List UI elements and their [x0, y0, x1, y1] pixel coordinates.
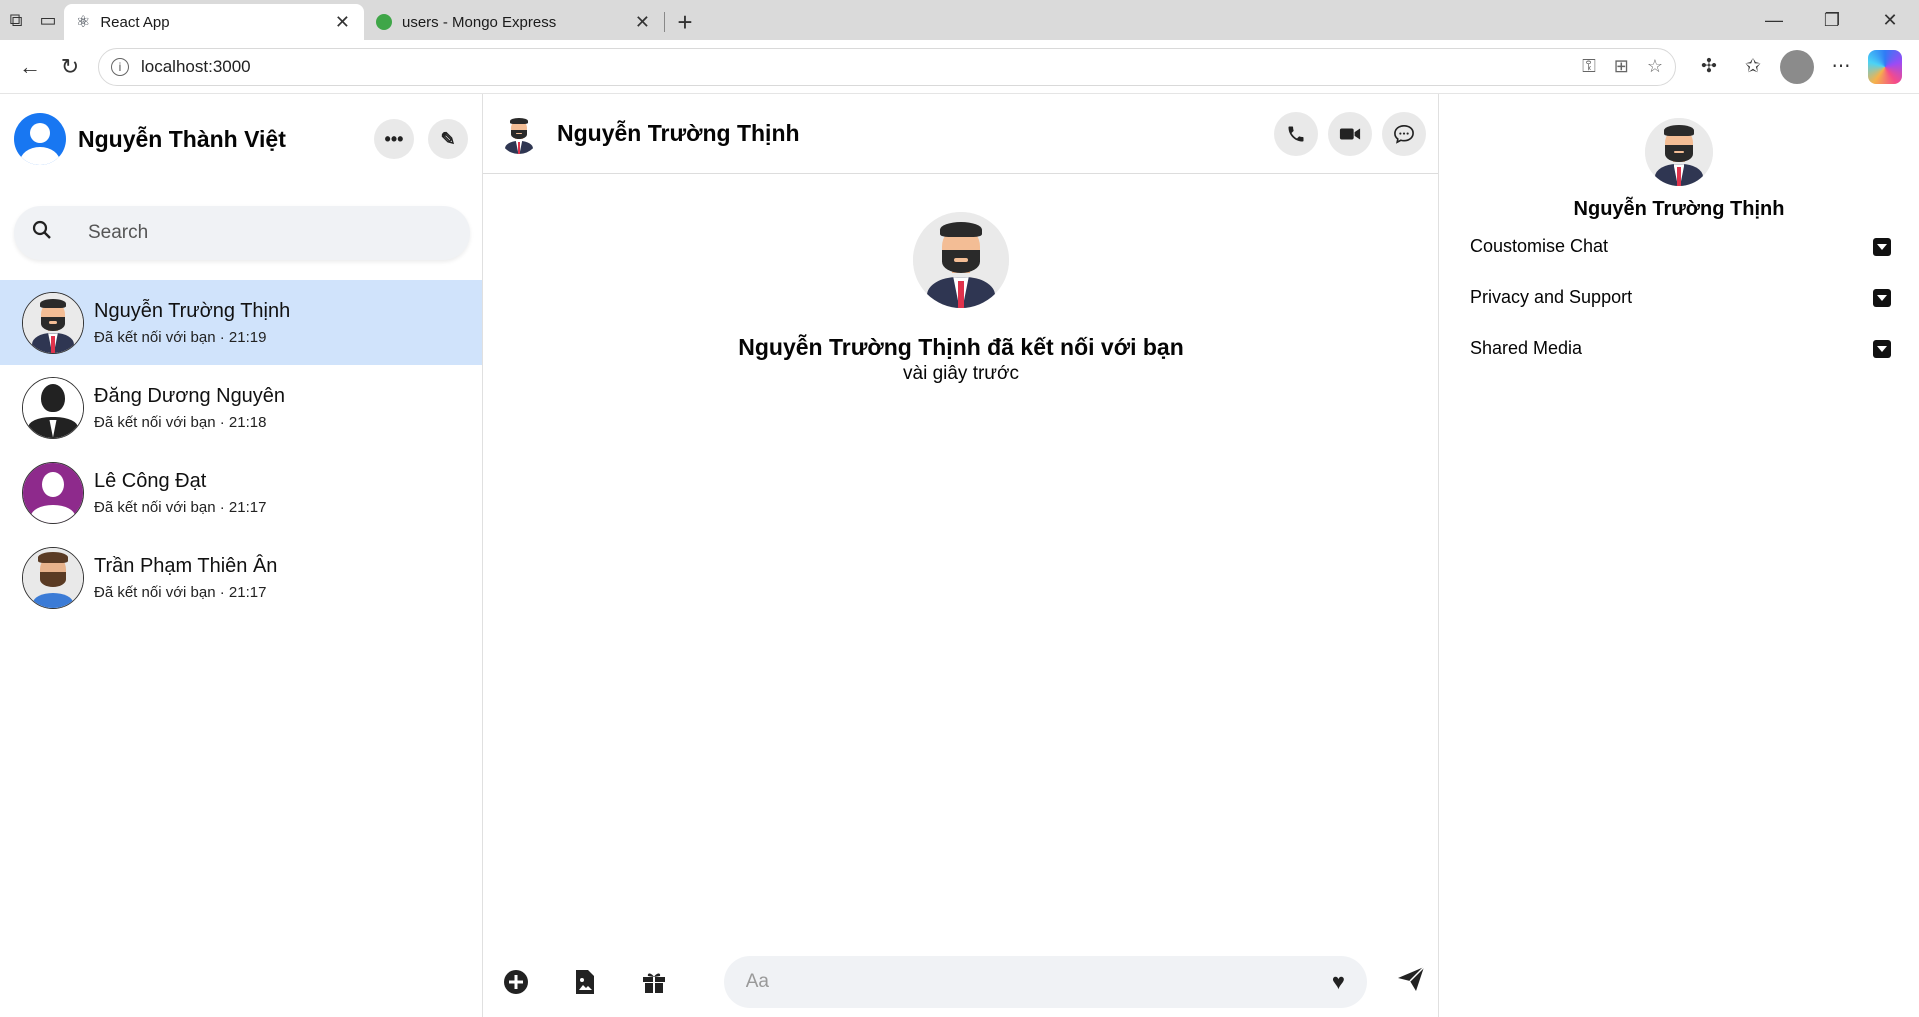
tab-react-app[interactable]: ⚛ React App ✕ [64, 4, 364, 40]
reload-icon[interactable]: ↻ [50, 47, 90, 87]
section-label: Coustomise Chat [1470, 236, 1609, 256]
close-window-icon[interactable]: ✕ [1861, 10, 1919, 31]
restore-icon[interactable]: ❐ [1803, 10, 1861, 31]
image-file-icon[interactable] [566, 962, 605, 1002]
browser-toolbar: ← ↻ i localhost:3000 ⚿ ⊞ ☆ ✣ ✩ ⋯ [0, 40, 1919, 94]
chat-bubble-icon [1394, 124, 1414, 144]
conversation-item[interactable]: Lê Công Đạt Đã kết nối với bạn · 21:17 [0, 450, 482, 535]
conversation-subtitle: Đã kết nối với bạn · 21:17 [94, 498, 267, 516]
send-icon[interactable] [1397, 965, 1425, 999]
man-tie-avatar [22, 291, 84, 354]
new-message-button[interactable]: ✎ [428, 119, 468, 159]
search-icon [32, 220, 54, 246]
favorites-icon[interactable]: ✩ [1736, 50, 1770, 84]
chat-header: Nguyễn Trường Thịnh [483, 94, 1438, 174]
more-icon[interactable]: ⋯ [1824, 50, 1858, 84]
messenger-app: Nguyễn Thành Việt ••• ✎ Nguyễn Trường Th… [0, 94, 1919, 1017]
privacy-support-section[interactable]: Privacy and Support [1439, 272, 1919, 323]
close-icon[interactable]: ✕ [335, 12, 350, 33]
phone-icon [1288, 126, 1304, 141]
chevron-down-icon[interactable] [1873, 339, 1891, 358]
voice-call-button[interactable] [1274, 111, 1318, 156]
conversation-subtitle: Đã kết nối với bạn · 21:18 [94, 413, 267, 431]
section-label: Shared Media [1470, 338, 1583, 358]
chevron-down-icon[interactable] [1873, 237, 1891, 256]
conversation-item[interactable]: Đăng Dương Nguyên Đã kết nối với bạn · 2… [0, 365, 482, 450]
tab-title: users - Mongo Express [402, 13, 557, 31]
purple-avatar [22, 461, 84, 524]
chevron-down-icon[interactable] [1873, 288, 1891, 307]
conversation-sidebar: Nguyễn Thành Việt ••• ✎ Nguyễn Trường Th… [0, 94, 483, 1017]
connection-intro: Nguyễn Trường Thịnh đã kết nối với bạn v… [483, 212, 1439, 385]
message-composer: ♥ [483, 947, 1439, 1017]
back-icon[interactable]: ← [10, 47, 50, 87]
browser-tabbar: ⧉ ▭ ⚛ React App ✕ users - Mongo Express … [0, 0, 1919, 40]
search-box [14, 206, 470, 260]
user-name: Nguyễn Thành Việt [78, 125, 286, 152]
extensions-icon[interactable]: ✣ [1692, 50, 1726, 84]
conversation-name: Lê Công Đạt [94, 469, 207, 492]
site-info-icon[interactable]: i [111, 57, 129, 76]
info-name: Nguyễn Trường Thịnh [1573, 198, 1785, 220]
info-avatar [1645, 118, 1713, 186]
window-controls: — ❐ ✕ [1745, 0, 1919, 40]
connection-message: Nguyễn Trường Thịnh đã kết nối với bạn [738, 334, 1184, 360]
contact-large-avatar [913, 212, 1009, 308]
favorite-star-icon[interactable]: ☆ [1647, 56, 1663, 77]
contact-info-panel: Nguyễn Trường Thịnh Coustomise Chat Priv… [1439, 94, 1919, 1017]
message-input-box: ♥ [723, 956, 1367, 1008]
chat-panel: Nguyễn Trường Thịnh Nguyễn Trường Thịnh … [483, 94, 1439, 1017]
video-call-button[interactable] [1328, 111, 1372, 156]
conversation-item[interactable]: Trần Phạm Thiên Ân Đã kết nối với bạn · … [0, 535, 482, 620]
url-text: localhost:3000 [141, 56, 251, 76]
silhouette-avatar [22, 376, 84, 439]
add-circle-icon[interactable] [497, 962, 536, 1002]
conversation-subtitle: Đã kết nối với bạn · 21:17 [94, 583, 267, 601]
customise-chat-section[interactable]: Coustomise Chat [1439, 221, 1919, 272]
contact-avatar[interactable] [499, 113, 539, 154]
copilot-icon[interactable] [1868, 49, 1902, 84]
chat-options-button[interactable] [1382, 111, 1426, 156]
close-icon[interactable]: ✕ [635, 12, 650, 33]
ellipsis-icon: ••• [384, 128, 404, 149]
gift-icon[interactable] [635, 962, 674, 1002]
profile-icon[interactable] [1780, 49, 1814, 84]
message-input[interactable] [745, 971, 1332, 993]
section-label: Privacy and Support [1470, 287, 1633, 307]
tab-mongo-express[interactable]: users - Mongo Express ✕ [364, 4, 664, 40]
address-bar[interactable]: i localhost:3000 ⚿ ⊞ ☆ [98, 47, 1676, 86]
tab-title: React App [100, 13, 170, 31]
react-logo-icon: ⚛ [76, 14, 91, 31]
app-icon[interactable]: ⊞ [1614, 56, 1629, 77]
more-options-button[interactable]: ••• [374, 119, 414, 159]
mongo-leaf-icon [376, 14, 392, 30]
sidebar-header: Nguyễn Thành Việt ••• ✎ [0, 94, 482, 184]
conversation-list: Nguyễn Trường Thịnh Đã kết nối với bạn ·… [0, 280, 482, 620]
conversation-item[interactable]: Nguyễn Trường Thịnh Đã kết nối với bạn ·… [0, 280, 482, 365]
vertical-tabs-icon[interactable]: ▭ [32, 0, 64, 40]
search-input[interactable] [88, 222, 428, 244]
conversation-name: Đăng Dương Nguyên [94, 384, 286, 407]
conversation-subtitle: Đã kết nối với bạn · 21:19 [94, 328, 267, 346]
video-camera-icon [1339, 128, 1361, 139]
workspaces-icon[interactable]: ⧉ [0, 0, 32, 40]
bearded-avatar [22, 546, 84, 609]
shared-media-section[interactable]: Shared Media [1439, 323, 1919, 374]
connection-time: vài giây trước [903, 363, 1019, 384]
new-tab-button[interactable]: + [665, 4, 705, 40]
contact-name: Nguyễn Trường Thịnh [557, 120, 800, 146]
minimize-icon[interactable]: — [1745, 10, 1803, 31]
heart-icon[interactable]: ♥ [1332, 969, 1345, 995]
conversation-name: Nguyễn Trường Thịnh [94, 299, 291, 322]
compose-icon: ✎ [440, 128, 456, 149]
user-avatar[interactable] [14, 113, 66, 165]
conversation-name: Trần Phạm Thiên Ân [94, 554, 278, 577]
key-icon[interactable]: ⚿ [1582, 56, 1596, 77]
